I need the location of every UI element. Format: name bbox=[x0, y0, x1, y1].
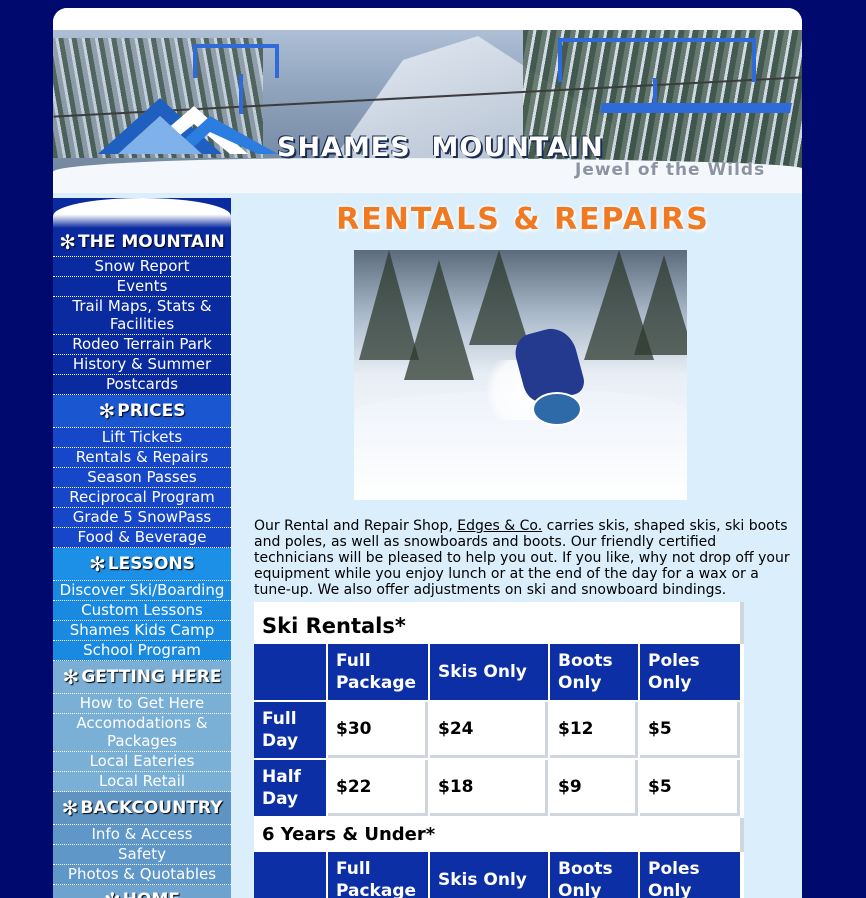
table-corner-cell bbox=[254, 644, 326, 700]
banner-snow-edge bbox=[53, 8, 802, 30]
nav-discover-ski-boarding[interactable]: Discover Ski/Boarding bbox=[53, 581, 231, 601]
column-header: Skis Only bbox=[430, 644, 548, 700]
nav-lift-tickets[interactable]: Lift Tickets bbox=[53, 428, 231, 448]
price-cell: $9 bbox=[550, 760, 638, 816]
nav-reciprocal-program[interactable]: Reciprocal Program bbox=[53, 488, 231, 508]
nav-photos-quotables[interactable]: Photos & Quotables bbox=[53, 865, 231, 885]
nav-heading-lessons[interactable]: ✻ LESSONS bbox=[53, 548, 231, 581]
nav-grade5-snowpass[interactable]: Grade 5 SnowPass bbox=[53, 508, 231, 528]
row-header: Half Day bbox=[254, 760, 326, 816]
page-title: RENTALS & REPAIRS bbox=[336, 202, 710, 237]
youth-rentals-title: 6 Years & Under* bbox=[254, 818, 744, 852]
nav-custom-lessons[interactable]: Custom Lessons bbox=[53, 601, 231, 621]
table-corner-cell bbox=[254, 852, 326, 898]
price-cell: $12 bbox=[550, 702, 638, 758]
price-cell: $24 bbox=[430, 702, 548, 758]
nav-kids-camp[interactable]: Shames Kids Camp bbox=[53, 621, 231, 641]
nav-rentals-repairs[interactable]: Rentals & Repairs bbox=[53, 448, 231, 468]
nav-how-to-get-here[interactable]: How to Get Here bbox=[53, 694, 231, 714]
main-content: RENTALS & REPAIRS Our Rental and Repair … bbox=[253, 198, 793, 898]
photo-snowboard bbox=[532, 392, 582, 426]
price-cell: $5 bbox=[640, 702, 740, 758]
chairlift-pole-right bbox=[653, 78, 657, 106]
header-banner: SHAMES MOUNTAIN Jewel of the Wilds bbox=[53, 8, 802, 193]
nav-trail-maps[interactable]: Trail Maps, Stats & Facilities bbox=[53, 297, 231, 335]
site-title[interactable]: SHAMES MOUNTAIN bbox=[277, 132, 604, 163]
table-header-row: Full Package Skis Only Boots Only Poles … bbox=[254, 852, 744, 898]
chairlift-chair-left bbox=[193, 44, 279, 78]
sidebar-nav: ✻ THE MOUNTAIN Snow Report Events Trail … bbox=[53, 198, 231, 898]
chairlift-seat-right bbox=[600, 103, 792, 113]
snowflake-icon: ✻ bbox=[61, 796, 79, 820]
nav-accomodations[interactable]: Accomodations & Packages bbox=[53, 714, 231, 752]
photo-tree bbox=[359, 250, 419, 360]
shames-logo-icon[interactable] bbox=[98, 96, 278, 158]
snowflake-icon: ✻ bbox=[89, 552, 106, 576]
price-cell: $18 bbox=[430, 760, 548, 816]
photo-tree bbox=[469, 250, 529, 345]
column-header: Boots Only bbox=[550, 852, 638, 898]
column-header: Poles Only bbox=[640, 852, 740, 898]
sidebar-snow-cap bbox=[53, 198, 231, 228]
nav-local-eateries[interactable]: Local Eateries bbox=[53, 752, 231, 772]
photo-tree bbox=[404, 260, 474, 380]
ski-rentals-title: Ski Rentals* bbox=[254, 602, 744, 644]
column-header: Boots Only bbox=[550, 644, 638, 700]
nav-info-access[interactable]: Info & Access bbox=[53, 825, 231, 845]
nav-heading-backcountry[interactable]: ✻ BACKCOUNTRY bbox=[53, 792, 231, 825]
nav-local-retail[interactable]: Local Retail bbox=[53, 772, 231, 792]
ski-rentals-table: Ski Rentals* Full Package Skis Only Boot… bbox=[254, 602, 744, 898]
nav-heading-getting-here[interactable]: ✻ GETTING HERE bbox=[53, 661, 231, 694]
snowflake-icon: ✻ bbox=[104, 888, 121, 898]
column-header: Full Package bbox=[328, 852, 428, 898]
price-cell: $30 bbox=[328, 702, 428, 758]
site-tagline: Jewel of the Wilds bbox=[575, 160, 766, 180]
snowflake-icon: ✻ bbox=[59, 230, 76, 254]
nav-heading-home[interactable]: ✻ HOME bbox=[53, 885, 231, 898]
price-cell: $22 bbox=[328, 760, 428, 816]
snowflake-icon: ✻ bbox=[98, 399, 116, 423]
snowflake-icon: ✻ bbox=[62, 665, 80, 689]
nav-snow-report[interactable]: Snow Report bbox=[53, 257, 231, 277]
nav-heading-the-mountain[interactable]: ✻ THE MOUNTAIN bbox=[53, 228, 231, 257]
nav-season-passes[interactable]: Season Passes bbox=[53, 468, 231, 488]
table-row: Full Day $30 $24 $12 $5 bbox=[254, 702, 744, 758]
nav-rodeo-terrain-park[interactable]: Rodeo Terrain Park bbox=[53, 335, 231, 355]
chairlift-chair-right bbox=[558, 38, 756, 82]
page-container: SHAMES MOUNTAIN Jewel of the Wilds ✻ THE… bbox=[53, 8, 802, 898]
nav-history-summer[interactable]: History & Summer bbox=[53, 355, 231, 375]
table-row: Half Day $22 $18 $9 $5 bbox=[254, 760, 744, 816]
nav-heading-prices[interactable]: ✻ PRICES bbox=[53, 395, 231, 428]
edges-co-link[interactable]: Edges & Co. bbox=[457, 518, 542, 534]
column-header: Skis Only bbox=[430, 852, 548, 898]
photo-tree bbox=[634, 255, 687, 355]
row-header: Full Day bbox=[254, 702, 326, 758]
nav-postcards[interactable]: Postcards bbox=[53, 375, 231, 395]
column-header: Poles Only bbox=[640, 644, 740, 700]
nav-school-program[interactable]: School Program bbox=[53, 641, 231, 661]
nav-events[interactable]: Events bbox=[53, 277, 231, 297]
table-header-row: Full Package Skis Only Boots Only Poles … bbox=[254, 644, 744, 700]
price-cell: $5 bbox=[640, 760, 740, 816]
column-header: Full Package bbox=[328, 644, 428, 700]
snowboarder-photo bbox=[354, 250, 687, 500]
nav-safety[interactable]: Safety bbox=[53, 845, 231, 865]
intro-paragraph: Our Rental and Repair Shop, Edges & Co. … bbox=[254, 518, 790, 598]
nav-food-beverage[interactable]: Food & Beverage bbox=[53, 528, 231, 548]
